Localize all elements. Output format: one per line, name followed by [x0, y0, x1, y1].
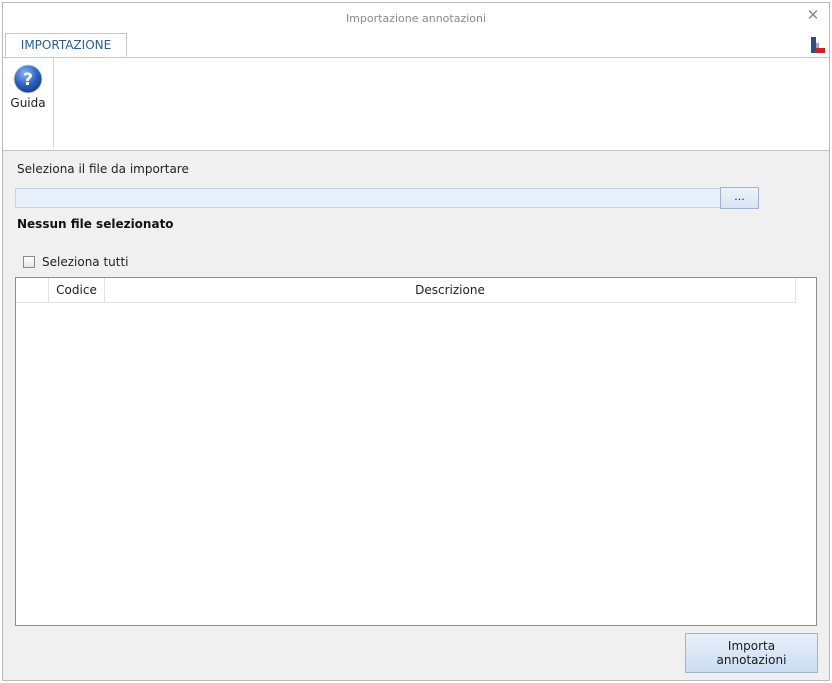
- file-status-text: Nessun file selezionato: [17, 217, 174, 231]
- ribbon-tab-strip: IMPORTAZIONE: [3, 33, 829, 58]
- import-button-label-line1: Importa: [727, 639, 776, 653]
- select-all-checkbox[interactable]: [23, 256, 35, 268]
- file-path-input[interactable]: [15, 188, 721, 208]
- file-select-label: Seleziona il file da importare: [17, 162, 189, 176]
- grid-header: Codice Descrizione: [16, 278, 796, 303]
- title-bar: Importazione annotazioni ✕: [3, 3, 829, 33]
- help-button[interactable]: ? Guida: [6, 64, 50, 116]
- import-annotations-button[interactable]: Importa annotazioni: [685, 633, 818, 673]
- help-button-label: Guida: [10, 96, 46, 110]
- annotations-grid: Codice Descrizione: [15, 277, 817, 626]
- help-icon: ?: [13, 64, 43, 94]
- grid-header-codice[interactable]: Codice: [49, 278, 105, 302]
- import-button-label-line2: annotazioni: [716, 653, 787, 667]
- ribbon-panel: ? Guida: [3, 58, 829, 151]
- browse-button[interactable]: ...: [720, 187, 759, 209]
- svg-text:?: ?: [23, 70, 33, 90]
- select-all-label: Seleziona tutti: [42, 255, 129, 269]
- ribbon-group-help: ? Guida: [3, 58, 54, 148]
- grid-header-descrizione[interactable]: Descrizione: [105, 278, 796, 302]
- app-logo-icon: [811, 37, 825, 53]
- main-content: Seleziona il file da importare ... Nessu…: [3, 151, 829, 680]
- grid-header-select[interactable]: [16, 278, 49, 302]
- import-dialog: Importazione annotazioni ✕ IMPORTAZIONE: [2, 2, 830, 681]
- window-title: Importazione annotazioni: [345, 12, 487, 25]
- close-icon[interactable]: ✕: [805, 7, 821, 23]
- tab-importazione[interactable]: IMPORTAZIONE: [5, 33, 127, 57]
